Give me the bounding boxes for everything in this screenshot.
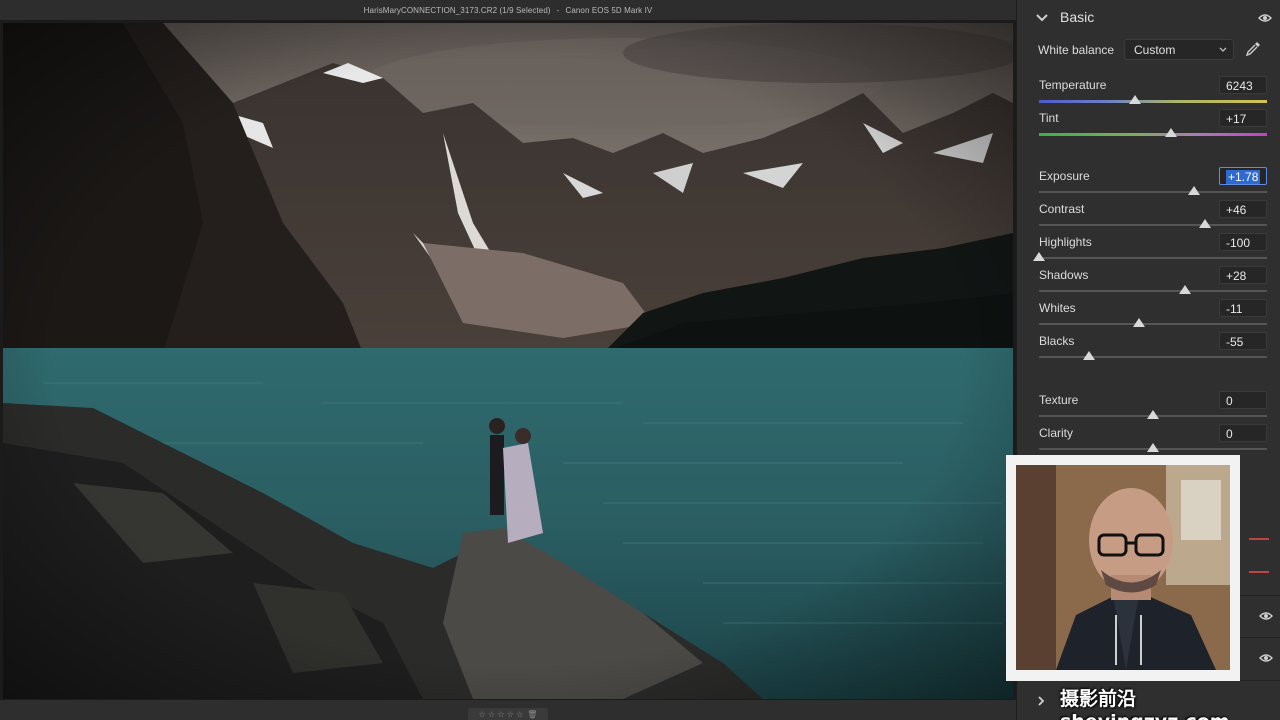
clarity-slider-thumb[interactable] (1147, 443, 1159, 452)
photo-preview[interactable] (3, 23, 1013, 699)
temperature-value-field[interactable]: 6243 (1219, 76, 1267, 94)
window-title-bar: HarisMaryCONNECTION_3173.CR2 (1/9 Select… (0, 0, 1016, 20)
white-balance-row: White balance Custom (1038, 39, 1273, 61)
blacks-value-field[interactable]: -55 (1219, 332, 1267, 350)
whites-value: -11 (1226, 302, 1243, 316)
trash-icon[interactable]: 🗑 (527, 710, 537, 719)
temperature-slider-track[interactable] (1039, 100, 1267, 103)
watermark-text: 摄影前沿sheyingzyz.com (1060, 688, 1230, 720)
contrast-label: Contrast (1039, 202, 1085, 216)
texture-slider-row: Texture 0 (1039, 391, 1267, 426)
blacks-slider-row: Blacks -55 (1039, 332, 1267, 367)
tint-slider-row: Tint +17 (1039, 109, 1267, 144)
shadows-slider-track[interactable] (1039, 290, 1267, 292)
blacks-slider-track[interactable] (1039, 356, 1267, 358)
tint-label: Tint (1039, 111, 1059, 125)
presenter-video-frame (1016, 465, 1230, 670)
tint-value-field[interactable]: +17 (1219, 109, 1267, 127)
highlights-label: Highlights (1039, 235, 1092, 249)
contrast-value-field[interactable]: +46 (1219, 200, 1267, 218)
eye-icon[interactable] (1259, 653, 1273, 663)
hidden-slider-track (1249, 571, 1269, 573)
contrast-slider-thumb[interactable] (1199, 219, 1212, 228)
blacks-slider-thumb[interactable] (1083, 351, 1096, 360)
eye-icon[interactable] (1258, 13, 1272, 23)
tint-slider-thumb[interactable] (1165, 128, 1178, 137)
white-balance-select[interactable]: Custom (1124, 39, 1234, 60)
tint-value: +17 (1226, 112, 1247, 126)
eyedropper-icon[interactable] (1244, 40, 1262, 58)
title-separator: - (556, 5, 560, 15)
texture-label: Texture (1039, 393, 1079, 407)
tint-slider-track[interactable] (1039, 133, 1267, 136)
hidden-slider-track (1249, 538, 1269, 540)
contrast-value: +46 (1226, 203, 1247, 217)
rating-stars[interactable]: ☆ ☆ ☆ ☆ ☆ 🗑 (468, 708, 548, 720)
exposure-slider-thumb[interactable] (1188, 186, 1201, 195)
chevron-right-icon[interactable] (1035, 695, 1047, 707)
highlights-slider-thumb[interactable] (1033, 252, 1045, 261)
landscape-photo (3, 23, 1013, 699)
temperature-value: 6243 (1226, 79, 1253, 93)
exposure-slider-row: Exposure +1.78 (1039, 167, 1267, 202)
eye-icon[interactable] (1259, 611, 1273, 621)
chevron-down-icon[interactable] (1035, 11, 1049, 25)
basic-panel-header[interactable]: Basic (1017, 0, 1280, 36)
shadows-slider-row: Shadows +28 (1039, 266, 1267, 301)
webcam-video (1016, 465, 1230, 670)
white-balance-value: Custom (1134, 43, 1176, 57)
image-canvas[interactable] (0, 20, 1016, 700)
exposure-value: +1.78 (1226, 170, 1261, 184)
whites-label: Whites (1039, 301, 1076, 315)
clarity-value-field[interactable]: 0 (1219, 424, 1267, 442)
blacks-label: Blacks (1039, 334, 1075, 348)
highlights-value-field[interactable]: -100 (1219, 233, 1267, 251)
camera-model: Canon EOS 5D Mark IV (565, 5, 653, 15)
exposure-label: Exposure (1039, 169, 1090, 183)
whites-slider-thumb[interactable] (1133, 318, 1146, 327)
star-rating-icons[interactable]: ☆ ☆ ☆ ☆ ☆ (479, 710, 524, 719)
whites-slider-row: Whites -11 (1039, 299, 1267, 334)
presenter-webcam (1006, 455, 1240, 681)
whites-value-field[interactable]: -11 (1219, 299, 1267, 317)
shadows-slider-thumb[interactable] (1178, 285, 1191, 294)
blacks-value: -55 (1226, 335, 1244, 349)
temperature-slider-thumb[interactable] (1128, 95, 1141, 104)
temperature-slider-row: Temperature 6243 (1039, 76, 1267, 111)
texture-slider-thumb[interactable] (1147, 410, 1159, 419)
contrast-slider-row: Contrast +46 (1039, 200, 1267, 235)
whites-slider-track[interactable] (1039, 323, 1267, 325)
highlights-slider-row: Highlights -100 (1033, 233, 1267, 268)
white-balance-label: White balance (1038, 43, 1115, 57)
shadows-label: Shadows (1039, 268, 1089, 282)
texture-value-field[interactable]: 0 (1219, 391, 1267, 409)
texture-value: 0 (1226, 394, 1233, 408)
panel-title: Basic (1060, 9, 1095, 25)
contrast-slider-track[interactable] (1039, 224, 1267, 226)
exposure-slider-track[interactable] (1039, 191, 1267, 193)
temperature-label: Temperature (1039, 78, 1107, 92)
clarity-value: 0 (1226, 427, 1233, 441)
highlights-slider-track[interactable] (1039, 257, 1267, 259)
shadows-value-field[interactable]: +28 (1219, 266, 1267, 284)
highlights-value: -100 (1226, 236, 1251, 250)
file-name: HarisMaryCONNECTION_3173.CR2 (1/9 Select… (363, 5, 551, 15)
exposure-value-field[interactable]: +1.78 (1219, 167, 1267, 185)
clarity-label: Clarity (1039, 426, 1074, 440)
chevron-down-icon (1219, 47, 1227, 52)
shadows-value: +28 (1226, 269, 1247, 283)
